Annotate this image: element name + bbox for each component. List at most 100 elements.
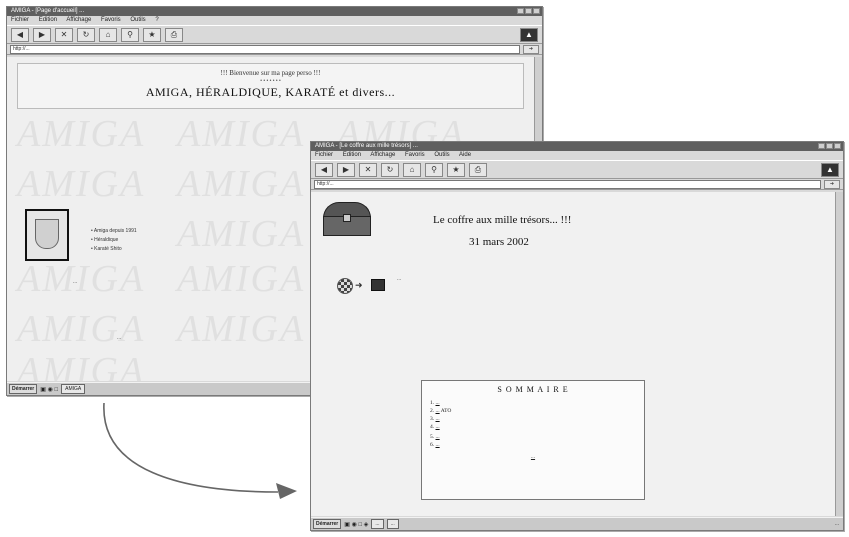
welcome-line: !!! Bienvenue sur ma page perso !!! <box>220 69 321 77</box>
taskbar-task[interactable]: AMIGA <box>61 384 86 394</box>
browser-logo-icon: ▲ <box>520 27 538 42</box>
sommaire-link[interactable]: ... <box>436 400 440 406</box>
taskbar-clock: ... <box>834 521 839 527</box>
taskbar-task[interactable]: ... <box>371 519 384 529</box>
sommaire-link[interactable]: ... <box>436 434 440 440</box>
back-address-row: http://... ➜ <box>7 44 542 55</box>
menu-item[interactable]: Fichier <box>315 152 333 158</box>
list-item[interactable]: • Karaté Shito <box>91 245 137 254</box>
refresh-icon[interactable]: ↻ <box>381 162 399 177</box>
sommaire-item: 2. ... ATO <box>430 408 452 414</box>
sommaire-item: 1. ... <box>430 400 440 406</box>
close-button[interactable] <box>533 8 540 14</box>
sommaire-title: S O M M A I R E <box>497 385 569 394</box>
amiga-watermark: AMIGA <box>17 350 146 381</box>
back-address-input[interactable]: http://... <box>10 44 520 54</box>
maximize-button[interactable] <box>826 143 833 149</box>
back-arrow-icon[interactable]: ◀ <box>11 27 29 42</box>
go-button[interactable]: ➜ <box>523 44 539 54</box>
start-button[interactable]: Démarrer <box>313 519 342 529</box>
counter-text: ... <box>117 335 122 341</box>
go-button[interactable]: ➜ <box>824 179 840 189</box>
amiga-watermark: AMIGA <box>17 308 146 350</box>
minimize-button[interactable] <box>517 8 524 14</box>
menu-item[interactable]: Aide <box>459 152 471 158</box>
sommaire-item: 3. ... <box>430 416 440 422</box>
treasure-chest-icon <box>323 202 371 236</box>
amiga-watermark: AMIGA <box>177 213 306 255</box>
sommaire-link[interactable]: ... <box>436 416 440 422</box>
main-title: AMIGA, HÉRALDIQUE, KARATÉ et divers... <box>145 85 396 99</box>
amiga-ball-icon <box>337 278 353 294</box>
amiga-watermark: AMIGA <box>17 163 146 205</box>
front-taskbar: Démarrer ▣ ◉ □ ◈ ... ... ... <box>311 517 843 530</box>
quicklaunch-icons: ▣ ◉ □ ◈ <box>344 521 369 528</box>
sommaire-item: 6. ... <box>430 442 440 448</box>
amiga-watermark: AMIGA <box>177 113 306 155</box>
back-menubar: Fichier Edition Affichage Favoris Outils… <box>7 16 542 25</box>
list-item[interactable]: • Héraldique <box>91 236 137 245</box>
menu-item[interactable]: Affichage <box>66 17 91 23</box>
print-icon[interactable]: ⎙ <box>165 27 183 42</box>
search-icon[interactable]: ⚲ <box>425 162 443 177</box>
close-button[interactable] <box>834 143 841 149</box>
sommaire-link[interactable]: ... <box>436 424 440 430</box>
quicklaunch-icons: ▣ ◉ □ <box>40 386 59 393</box>
intro-paragraph: ... <box>73 279 78 285</box>
menu-item[interactable]: Outils <box>434 152 449 158</box>
sommaire-box: S O M M A I R E 1. ... 2. ... ATO 3. ...… <box>421 380 645 500</box>
search-icon[interactable]: ⚲ <box>121 27 139 42</box>
start-button[interactable]: Démarrer <box>9 384 38 394</box>
front-address-input[interactable]: http://... <box>314 179 821 189</box>
page-date: 31 mars 2002 <box>469 236 529 248</box>
stop-icon[interactable]: ✕ <box>359 162 377 177</box>
sommaire-link[interactable]: ... <box>436 442 440 448</box>
back-window-titlebar[interactable]: AMIGA - [Page d'accueil] ... <box>7 7 542 16</box>
menu-item[interactable]: Outils <box>130 17 145 23</box>
title-separator: • • • • • • • <box>260 78 281 84</box>
menu-item[interactable]: ? <box>155 17 158 23</box>
amiga-watermark: AMIGA <box>177 163 306 205</box>
home-icon[interactable]: ⌂ <box>99 27 117 42</box>
front-menubar: Fichier Edition Affichage Favoris Outils… <box>311 151 843 160</box>
bullet-list: • Amiga depuis 1991 • Héraldique • Karat… <box>91 227 137 254</box>
taskbar-task[interactable]: ... <box>386 519 399 529</box>
menu-item[interactable]: Fichier <box>11 17 29 23</box>
front-toolbar: ◀ ▶ ✕ ↻ ⌂ ⚲ ★ ⎙ ▲ <box>311 160 843 179</box>
menu-item[interactable]: Affichage <box>370 152 395 158</box>
favorites-icon[interactable]: ★ <box>447 162 465 177</box>
minimize-button[interactable] <box>818 143 825 149</box>
menu-item[interactable]: Favoris <box>101 17 121 23</box>
sommaire-item: 4. ... <box>430 424 440 430</box>
sommaire-list: 1. ... 2. ... ATO 3. ... 4. ... 5. ... 6… <box>430 400 644 448</box>
browser-logo-icon: ▲ <box>821 162 839 177</box>
back-arrow-icon[interactable]: ◀ <box>315 162 333 177</box>
front-window-titlebar[interactable]: AMIGA - [Le coffre aux mille trésors] ..… <box>311 142 843 151</box>
menu-item[interactable]: Favoris <box>405 152 425 158</box>
sommaire-link[interactable]: ... <box>436 408 440 414</box>
maximize-button[interactable] <box>525 8 532 14</box>
sommaire-item: 5. ... <box>430 434 440 440</box>
front-window-title: AMIGA - [Le coffre aux mille trésors] ..… <box>315 143 418 149</box>
page-heading: Le coffre aux mille trésors... !!! <box>433 214 572 226</box>
refresh-icon[interactable]: ↻ <box>77 27 95 42</box>
sommaire-footer-link[interactable]: ... <box>422 454 644 460</box>
forward-arrow-icon[interactable]: ▶ <box>337 162 355 177</box>
stop-icon[interactable]: ✕ <box>55 27 73 42</box>
favorites-icon[interactable]: ★ <box>143 27 161 42</box>
menu-item[interactable]: Edition <box>39 17 57 23</box>
list-item[interactable]: • Amiga depuis 1991 <box>91 227 137 236</box>
welcome-frame: !!! Bienvenue sur ma page perso !!! • • … <box>17 63 524 109</box>
front-scrollbar[interactable] <box>835 192 843 516</box>
forward-arrow-icon[interactable]: ▶ <box>33 27 51 42</box>
computer-icon <box>371 279 385 291</box>
back-window-title: AMIGA - [Page d'accueil] ... <box>11 8 85 14</box>
home-icon[interactable]: ⌂ <box>403 162 421 177</box>
arrow-curve <box>103 402 279 493</box>
arrow-right-icon: ➜ <box>355 280 363 290</box>
amiga-watermark: AMIGA <box>17 113 146 155</box>
menu-item[interactable]: Edition <box>343 152 361 158</box>
print-icon[interactable]: ⎙ <box>469 162 487 177</box>
arrow-head <box>276 483 297 499</box>
intro-text: ... <box>397 276 402 282</box>
